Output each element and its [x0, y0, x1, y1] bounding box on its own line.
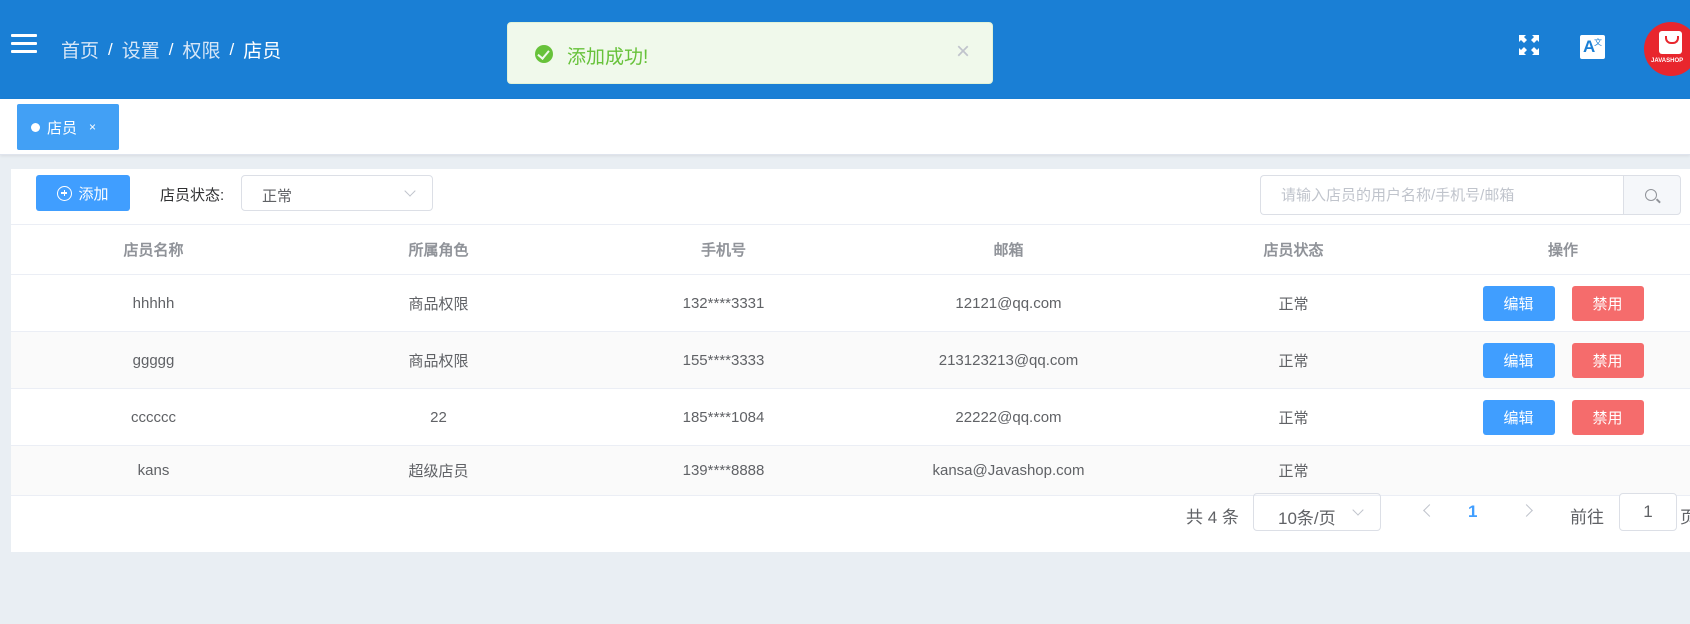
page-size-value: 10条/页	[1278, 509, 1336, 528]
status-filter-select[interactable]: 正常	[241, 175, 433, 211]
cell-status: 正常	[1278, 409, 1309, 427]
cell-actions: 编辑 禁用	[1436, 275, 1690, 331]
cell-name: cccccc	[131, 408, 176, 426]
table-row: cccccc 22 185****1084 22222@qq.com 正常 编辑…	[11, 389, 1690, 446]
cell-role: 超级店员	[408, 463, 469, 480]
breadcrumb-separator: /	[168, 39, 174, 59]
table-row: hhhhh 商品权限 132****3331 12121@qq.com 正常 编…	[11, 275, 1690, 332]
success-toast: 添加成功! ×	[507, 22, 993, 84]
add-button-label: 添加	[78, 185, 109, 203]
add-button[interactable]: 添加	[36, 175, 130, 211]
cell-role: 22	[430, 408, 447, 426]
language-switch-icon[interactable]: A 文	[1580, 35, 1605, 59]
breadcrumb-settings[interactable]: 设置	[122, 36, 160, 63]
hamburger-line	[11, 34, 37, 37]
toast-close-icon[interactable]: ×	[956, 40, 970, 64]
cell-status: 正常	[1278, 295, 1309, 313]
search-icon	[1645, 189, 1657, 201]
tab-label: 店员	[47, 119, 78, 137]
hamburger-menu-icon[interactable]	[11, 34, 37, 54]
fullscreen-icon[interactable]	[1517, 33, 1541, 57]
success-check-icon	[535, 45, 553, 63]
avatar[interactable]: JAVASHOP	[1644, 22, 1690, 76]
cell-actions	[1436, 446, 1690, 495]
search-input[interactable]	[1260, 175, 1624, 215]
language-glyph-b: 文	[1594, 38, 1602, 47]
cell-email: 22222@qq.com	[955, 408, 1062, 426]
column-header-role: 所属角色	[408, 242, 469, 259]
hamburger-line	[11, 42, 37, 45]
breadcrumb-separator: /	[229, 39, 235, 59]
pagination-total: 共 4 条	[1186, 508, 1239, 527]
disable-button[interactable]: 禁用	[1571, 399, 1644, 435]
cell-status: 正常	[1278, 463, 1309, 480]
next-page-icon[interactable]	[1520, 504, 1533, 517]
cell-role: 商品权限	[408, 352, 469, 370]
breadcrumb-permissions[interactable]: 权限	[183, 36, 221, 63]
breadcrumb-separator: /	[108, 39, 113, 59]
column-header-name: 店员名称	[123, 242, 184, 259]
cell-name: ggggg	[132, 351, 175, 369]
table-row: ggggg 商品权限 155****3333 213123213@qq.com …	[11, 332, 1690, 389]
tab-staff[interactable]: 店员 ×	[17, 104, 119, 150]
cell-actions: 编辑 禁用	[1436, 332, 1690, 388]
cell-phone: 185****1084	[682, 408, 765, 426]
table-header-row: 店员名称 所属角色 手机号 邮箱 店员状态 操作	[11, 225, 1690, 275]
cell-actions: 编辑 禁用	[1436, 389, 1690, 445]
main-panel: 添加 店员状态: 正常 店员名称 所属角色 手机号 邮箱 店员状态 操作 hhh…	[11, 169, 1690, 552]
disable-button[interactable]: 禁用	[1571, 342, 1644, 378]
cell-email: 213123213@qq.com	[938, 351, 1079, 369]
chevron-down-icon	[1352, 504, 1364, 516]
cell-status: 正常	[1278, 352, 1309, 370]
page-number-current[interactable]: 1	[1468, 502, 1477, 522]
tabs-bar: 店员 ×	[0, 99, 1690, 155]
prev-page-icon[interactable]	[1423, 504, 1436, 517]
cell-name: hhhhh	[132, 294, 175, 312]
edit-button[interactable]: 编辑	[1482, 399, 1555, 435]
disable-button[interactable]: 禁用	[1571, 285, 1644, 321]
column-header-phone: 手机号	[700, 242, 746, 259]
column-header-email: 邮箱	[993, 242, 1024, 259]
column-header-status: 店员状态	[1263, 242, 1324, 259]
plus-circle-icon	[57, 185, 73, 201]
breadcrumb-current: 店员	[243, 41, 282, 62]
cell-phone: 139****8888	[682, 462, 765, 479]
status-filter-value: 正常	[262, 188, 293, 205]
tab-active-dot-icon	[31, 122, 40, 132]
status-filter-label: 店员状态:	[160, 187, 225, 204]
edit-button[interactable]: 编辑	[1482, 285, 1555, 321]
pagination: 共 4 条 10条/页 1 前往 页	[11, 489, 1690, 535]
page-size-select[interactable]: 10条/页	[1253, 493, 1381, 531]
goto-page-input[interactable]	[1619, 493, 1677, 531]
edit-button[interactable]: 编辑	[1482, 342, 1555, 378]
goto-label: 前往	[1570, 508, 1604, 527]
cell-email: kansa@Javashop.com	[932, 462, 1085, 479]
cell-name: kans	[137, 462, 170, 479]
cell-email: 12121@qq.com	[955, 294, 1062, 312]
chevron-down-icon	[404, 185, 416, 197]
cell-phone: 155****3333	[682, 351, 765, 369]
breadcrumb: 首页 / 设置 / 权限 / 店员	[61, 36, 281, 63]
hamburger-line	[11, 50, 37, 53]
avatar-brand-text: JAVASHOP	[1651, 58, 1684, 64]
top-header: 首页 / 设置 / 权限 / 店员 添加成功! × A 文 JAVASHOP	[0, 0, 1690, 99]
tab-close-icon[interactable]: ×	[89, 120, 96, 134]
shopping-bag-logo-icon	[1659, 31, 1682, 54]
column-header-actions: 操作	[1547, 242, 1578, 259]
goto-suffix: 页	[1680, 508, 1690, 527]
search-button[interactable]	[1623, 175, 1681, 215]
cell-phone: 132****3331	[682, 294, 765, 312]
cell-role: 商品权限	[408, 295, 469, 313]
staff-table: 店员名称 所属角色 手机号 邮箱 店员状态 操作 hhhhh 商品权限 132*…	[11, 224, 1690, 496]
breadcrumb-home[interactable]: 首页	[61, 36, 99, 63]
toast-message: 添加成功!	[567, 47, 649, 68]
